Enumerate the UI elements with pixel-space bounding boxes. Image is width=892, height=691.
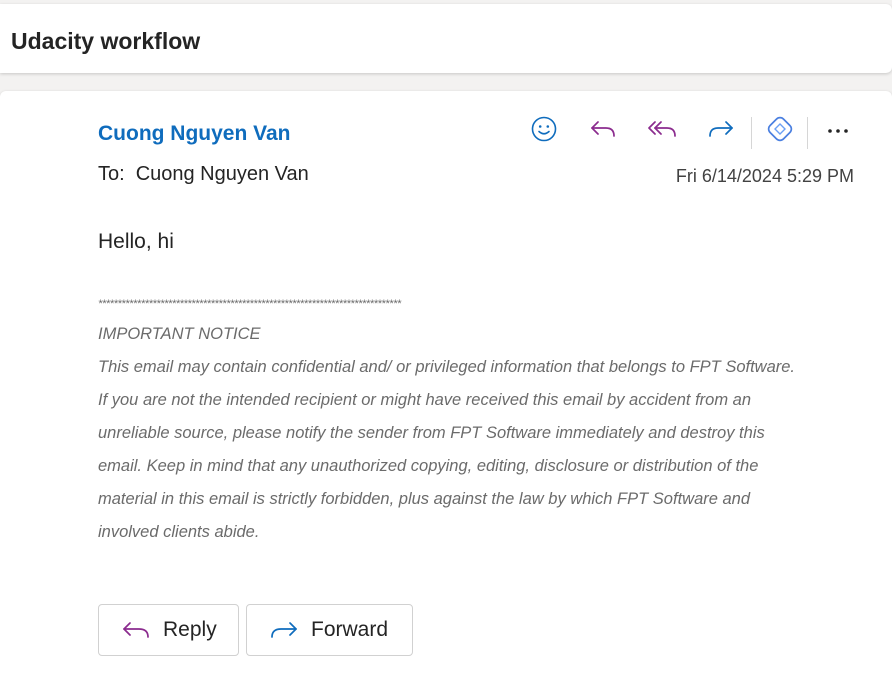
reply-label: Reply [163, 618, 217, 641]
forward-button[interactable]: Forward [246, 604, 413, 656]
recipient-name[interactable]: Cuong Nguyen Van [136, 163, 309, 185]
reply-button[interactable]: Reply [98, 604, 239, 656]
message-greeting: Hello, hi [98, 230, 174, 253]
react-button[interactable] [527, 115, 561, 147]
notice-heading: IMPORTANT NOTICE [98, 325, 261, 343]
to-label: To: [98, 163, 125, 185]
toolbar-reply-button[interactable] [586, 115, 620, 147]
toolbar-divider [807, 117, 808, 149]
notice-line: email. Keep in mind that any unauthorize… [98, 457, 759, 475]
notice-line: unreliable source, please notify the sen… [98, 424, 765, 442]
reply-icon [121, 618, 151, 642]
notice-line: This email may contain confidential and/… [98, 358, 796, 376]
notice-line: material in this email is strictly forbi… [98, 490, 751, 508]
loop-icon [766, 115, 794, 148]
message-date: Fri 6/14/2024 5:29 PM [675, 166, 854, 186]
notice-separator: ****************************************… [98, 298, 401, 310]
sender-name[interactable]: Cuong Nguyen Van [98, 122, 291, 146]
notice-line: If you are not the intended recipient or… [98, 391, 752, 409]
toolbar-divider [751, 117, 752, 149]
loop-button[interactable] [763, 115, 797, 147]
forward-icon [707, 117, 735, 146]
recipient-line: To: Cuong Nguyen Van [98, 163, 309, 186]
subject-title: Udacity workflow [11, 28, 201, 54]
reply-icon [589, 117, 617, 146]
subject-header: Udacity workflow [0, 4, 892, 73]
toolbar-reply-all-button[interactable] [645, 115, 679, 147]
notice-line: involved clients abide. [98, 523, 260, 541]
more-actions-button[interactable] [821, 115, 855, 147]
more-icon [826, 122, 850, 140]
toolbar-forward-button[interactable] [704, 115, 738, 147]
reply-all-icon [647, 117, 677, 146]
message-card: Cuong Nguyen Van To: Cuong Nguyen Van Fri… [0, 91, 892, 691]
smiley-icon [530, 115, 558, 148]
forward-label: Forward [311, 618, 389, 641]
confidentiality-notice: ****************************************… [98, 296, 858, 549]
forward-icon [269, 618, 299, 642]
